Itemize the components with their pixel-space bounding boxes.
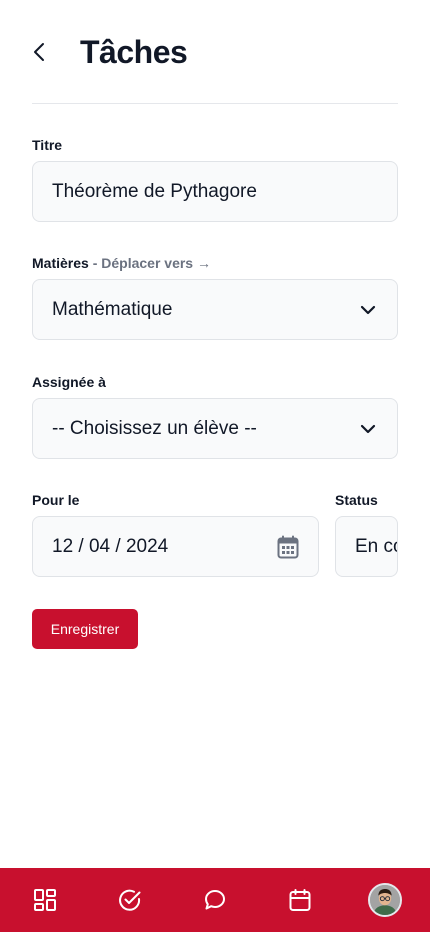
- status-select-value: En co: [355, 535, 397, 557]
- chevron-left-icon: [34, 43, 44, 61]
- check-circle-icon: [118, 889, 141, 911]
- nav-calendar[interactable]: [280, 880, 320, 920]
- subject-select-value: Mathématique: [52, 298, 173, 320]
- avatar: [368, 883, 403, 917]
- assigned-select-value: -- Choisissez un élève --: [52, 417, 257, 439]
- chevron-down-icon: [358, 300, 378, 320]
- assigned-label: Assignée à: [32, 374, 106, 390]
- header: Tâches: [32, 30, 398, 74]
- chat-bubble-icon: [204, 890, 225, 910]
- nav-profile[interactable]: [365, 880, 405, 920]
- chevron-down-icon: [358, 419, 378, 439]
- title-input-value: Théorème de Pythagore: [52, 180, 257, 202]
- calendar-picker-icon[interactable]: [277, 535, 299, 559]
- nav-tasks[interactable]: [110, 880, 150, 920]
- header-divider: [32, 103, 398, 104]
- status-select[interactable]: En co: [335, 516, 398, 577]
- due-date-label: Pour le: [32, 492, 80, 508]
- save-button[interactable]: Enregistrer: [32, 609, 138, 649]
- grid-icon: [33, 889, 56, 911]
- back-button[interactable]: [32, 30, 64, 74]
- title-label: Titre: [32, 137, 63, 153]
- page-title: Tâches: [80, 33, 188, 70]
- subject-label-row: Matières - Déplacer vers →: [32, 255, 211, 271]
- calendar-icon: [289, 889, 311, 911]
- move-to-link[interactable]: - Déplacer vers →: [93, 255, 211, 271]
- assigned-select[interactable]: -- Choisissez un élève --: [32, 398, 398, 459]
- subject-label: Matières: [32, 255, 89, 271]
- subject-select[interactable]: Mathématique: [32, 279, 398, 340]
- due-date-input[interactable]: 12 / 04 / 2024: [32, 516, 319, 577]
- title-input[interactable]: Théorème de Pythagore: [32, 161, 398, 222]
- status-label: Status: [335, 492, 378, 508]
- nav-messages[interactable]: [195, 880, 235, 920]
- nav-dashboard[interactable]: [25, 880, 65, 920]
- due-date-value: 12 / 04 / 2024: [52, 535, 169, 557]
- bottom-nav: [0, 868, 430, 932]
